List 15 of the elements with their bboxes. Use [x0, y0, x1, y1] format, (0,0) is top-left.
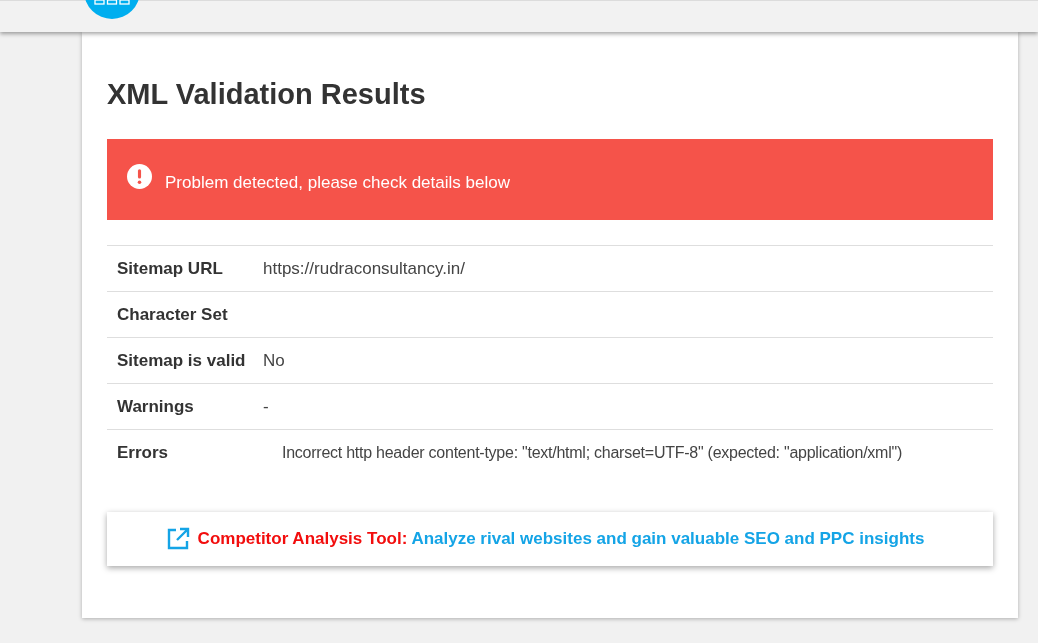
- result-value: No: [263, 350, 285, 371]
- result-value: https://rudraconsultancy.in/: [263, 258, 465, 279]
- result-label: Sitemap is valid: [116, 350, 247, 371]
- result-label: Character Set: [116, 304, 229, 325]
- logo-icon: [84, 0, 140, 19]
- exclamation-icon: [127, 164, 152, 189]
- result-label: Warnings: [116, 396, 195, 417]
- external-link-icon: [165, 527, 190, 551]
- result-label: Sitemap URL: [116, 258, 224, 279]
- page-title: XML Validation Results: [107, 77, 427, 112]
- result-label: Errors: [116, 442, 170, 463]
- competitor-analysis-link[interactable]: Competitor Analysis Tool: Analyze rival websites and gain valuable SEO and PPC insights: [165, 527, 925, 551]
- error-message: Incorrect http header content-type: "text/html; charset=UTF-8" (expected: "application/xml"): [282, 443, 902, 462]
- alert-message: Problem detected, please check details below: [165, 172, 510, 193]
- result-value: -: [263, 396, 269, 417]
